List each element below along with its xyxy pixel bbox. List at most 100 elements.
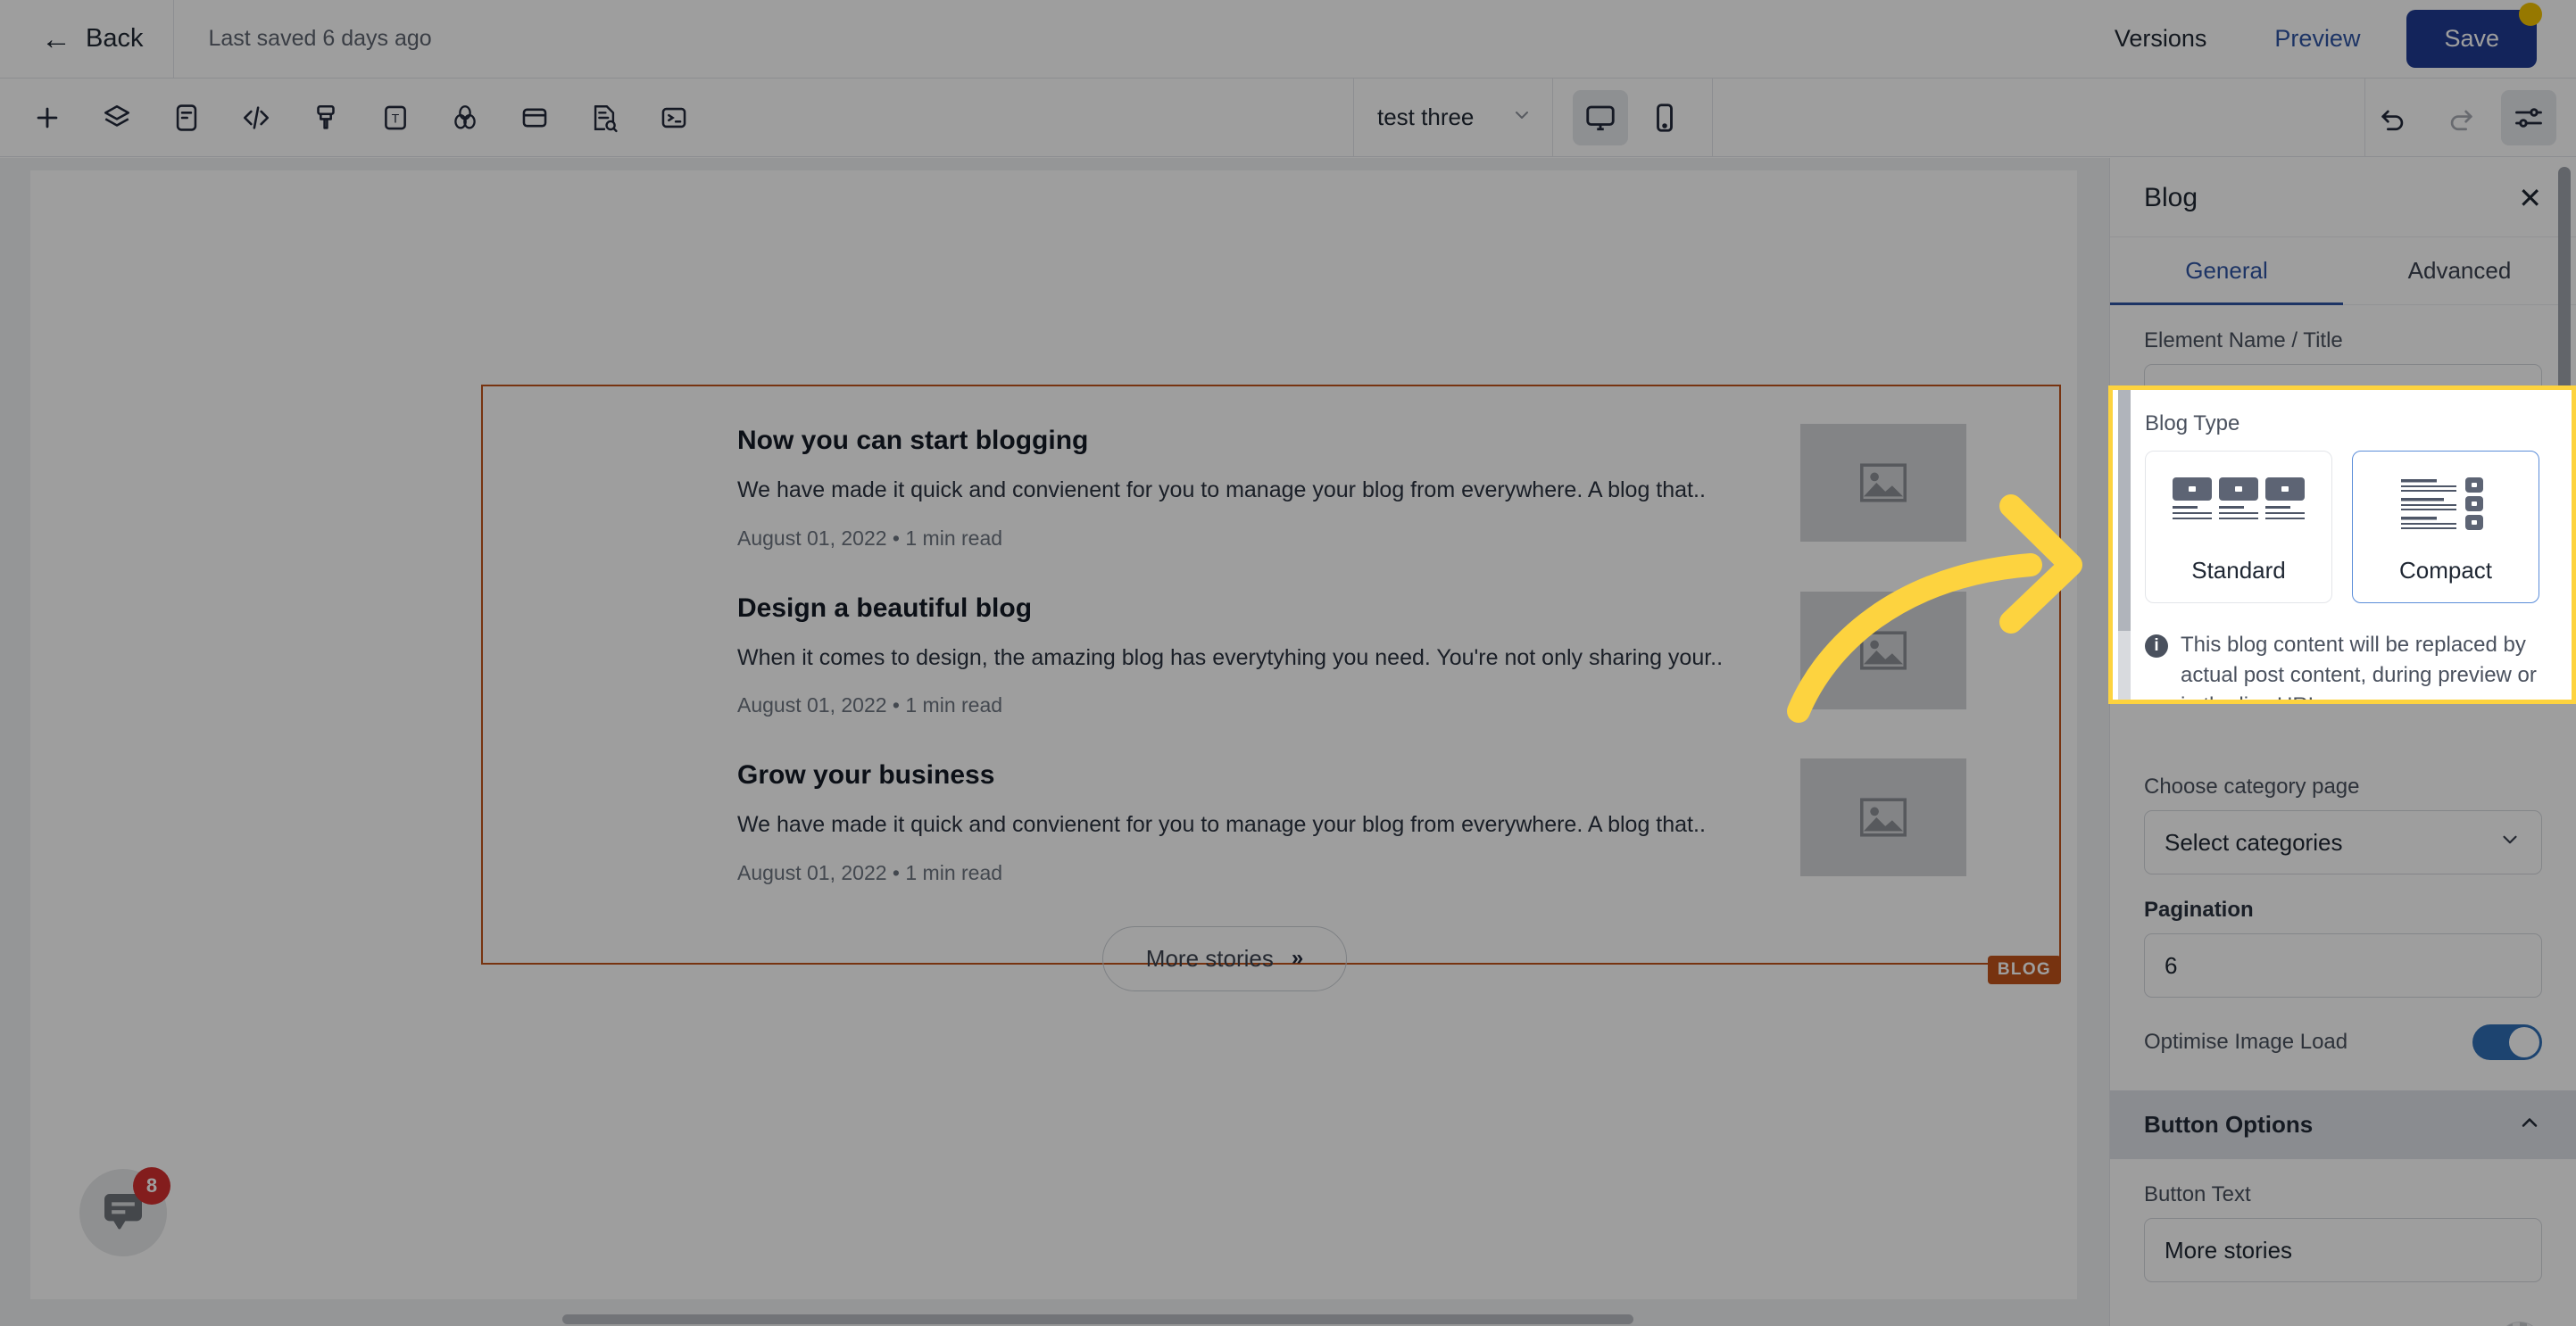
button-options-accordion[interactable]: Button Options xyxy=(2110,1090,2576,1159)
panel-scroll-track[interactable] xyxy=(2118,390,2131,700)
category-label: Choose category page xyxy=(2144,775,2360,799)
image-placeholder-icon xyxy=(1800,424,1966,542)
page-selector-value: test three xyxy=(1377,104,1475,130)
element-settings-panel: Blog ✕ General Advanced Element Name / T… xyxy=(2109,158,2576,1326)
blog-post-excerpt: When it comes to design, the amazing blo… xyxy=(737,644,1724,670)
blog-element-selection[interactable]: Now you can start blogging We have made … xyxy=(481,385,2061,991)
canvas-scroll-thumb[interactable] xyxy=(562,1314,1633,1324)
blog-post-excerpt: We have made it quick and convienent for… xyxy=(737,812,1706,837)
add-icon[interactable] xyxy=(20,90,75,145)
canvas-horizontal-scrollbar[interactable] xyxy=(0,1312,2109,1326)
panel-scroll-thumb[interactable] xyxy=(2118,390,2131,631)
button-text-field: Button Text xyxy=(2110,1159,2576,1282)
chevron-down-icon xyxy=(2498,828,2522,858)
chat-unread-badge: 8 xyxy=(133,1167,170,1205)
redo-icon[interactable] xyxy=(2433,90,2489,145)
button-text-input[interactable] xyxy=(2144,1218,2542,1282)
more-stories-button[interactable]: More stories » xyxy=(1101,925,1348,991)
save-button[interactable]: Save xyxy=(2406,10,2537,68)
app-root: ← Back Last saved 6 days ago Versions Pr… xyxy=(0,0,2576,1326)
desktop-icon[interactable] xyxy=(1573,89,1628,145)
editor-canvas[interactable]: Now you can start blogging We have made … xyxy=(0,158,2109,1326)
code-icon[interactable] xyxy=(229,90,284,145)
blog-type-note-text: This blog content will be replaced by ac… xyxy=(2181,633,2537,700)
back-button-label: Back xyxy=(86,24,144,53)
blog-post-title: Now you can start blogging xyxy=(737,426,1089,455)
toolbar-icon-group: T xyxy=(0,90,702,145)
chevron-down-icon xyxy=(1511,104,1533,130)
button-text-label: Button Text xyxy=(2144,1182,2251,1206)
category-select-value: Select categories xyxy=(2165,828,2343,856)
terminal-icon[interactable] xyxy=(646,90,702,145)
top-header: ← Back Last saved 6 days ago Versions Pr… xyxy=(0,0,2576,79)
panel-header: Blog ✕ xyxy=(2110,158,2576,237)
blog-post-list: Now you can start blogging We have made … xyxy=(483,386,2059,991)
blog-post-row[interactable]: Design a beautiful blog When it comes to… xyxy=(483,591,1966,718)
blog-post-readtime: 1 min read xyxy=(905,693,1003,717)
tab-advanced[interactable]: Advanced xyxy=(2343,237,2576,305)
page-selector[interactable]: test three xyxy=(1354,79,1552,157)
blog-post-row[interactable]: Now you can start blogging We have made … xyxy=(483,424,1966,551)
preview-button[interactable]: Preview xyxy=(2240,25,2394,53)
image-placeholder-icon xyxy=(1800,591,1966,709)
meta-separator: • xyxy=(892,693,900,717)
blog-type-option-standard[interactable]: Standard xyxy=(2145,451,2332,603)
blog-type-options: Standard Compact xyxy=(2145,451,2539,603)
blog-post-text: Now you can start blogging We have made … xyxy=(737,424,1719,551)
editor-toolbar: T test three xyxy=(0,78,2576,157)
last-saved-status: Last saved 6 days ago xyxy=(208,26,432,51)
color-blobs-icon[interactable] xyxy=(437,90,493,145)
brush-icon[interactable] xyxy=(298,90,353,145)
close-icon[interactable]: ✕ xyxy=(2518,184,2542,212)
panel-tabs: General Advanced xyxy=(2110,237,2576,305)
arrow-left-icon: ← xyxy=(41,21,71,56)
blog-type-note: i This blog content will be replaced by … xyxy=(2113,603,2572,700)
blog-post-text: Grow your business We have made it quick… xyxy=(737,758,1719,885)
blog-type-compact-label: Compact xyxy=(2398,557,2493,584)
blog-type-section: Blog Type Standard Compact xyxy=(2113,390,2572,603)
layers-icon[interactable] xyxy=(89,90,145,145)
toolbar-right-group xyxy=(2365,89,2576,145)
seo-doc-icon[interactable] xyxy=(577,90,632,145)
optimise-image-label: Optimise Image Load xyxy=(2144,1030,2348,1054)
button-color-swatch[interactable] xyxy=(2497,1322,2542,1326)
settings-sliders-icon[interactable] xyxy=(2501,89,2556,145)
blog-type-option-compact[interactable]: Compact xyxy=(2352,451,2539,603)
tab-general[interactable]: General xyxy=(2110,237,2343,305)
save-button-wrap: Save xyxy=(2406,3,2542,68)
optimise-image-toggle[interactable] xyxy=(2472,1024,2542,1060)
element-name-label: Element Name / Title xyxy=(2144,328,2343,352)
blog-post-row[interactable]: Grow your business We have made it quick… xyxy=(483,758,1966,885)
blog-post-meta: August 01, 2022 • 1 min read xyxy=(737,693,1719,717)
back-button[interactable]: ← Back xyxy=(0,0,173,79)
more-stories-label: More stories xyxy=(1145,944,1274,972)
blog-post-meta: August 01, 2022 • 1 min read xyxy=(737,861,1719,885)
blog-post-title: Grow your business xyxy=(737,760,995,790)
chat-support-widget[interactable]: 8 xyxy=(79,1167,170,1256)
info-icon: i xyxy=(2145,634,2168,658)
pagination-field: Pagination xyxy=(2110,874,2576,998)
category-field: Choose category page Select categories xyxy=(2110,751,2576,874)
blog-post-readtime: 1 min read xyxy=(905,526,1003,550)
meta-separator: • xyxy=(892,860,900,884)
pagination-input[interactable] xyxy=(2144,933,2542,998)
mobile-icon[interactable] xyxy=(1637,90,1692,145)
blog-type-label: Blog Type xyxy=(2145,411,2240,435)
text-icon[interactable]: T xyxy=(368,90,423,145)
button-options-title: Button Options xyxy=(2144,1111,2314,1138)
category-select[interactable]: Select categories xyxy=(2144,810,2542,874)
card-icon[interactable] xyxy=(507,90,562,145)
blog-post-date: August 01, 2022 xyxy=(737,526,887,550)
compact-layout-icon xyxy=(2353,475,2539,532)
pagination-label: Pagination xyxy=(2144,898,2254,922)
toggle-knob xyxy=(2509,1027,2539,1057)
more-stories-wrap: More stories » xyxy=(483,925,1966,991)
undo-icon[interactable] xyxy=(2365,90,2421,145)
blog-type-standard-label: Standard xyxy=(2191,557,2286,584)
button-color-row: BUTTON COLOR xyxy=(2110,1282,2576,1326)
meta-separator: • xyxy=(892,526,900,550)
versions-button[interactable]: Versions xyxy=(2081,25,2241,53)
page-content-icon[interactable] xyxy=(159,90,214,145)
image-placeholder-icon xyxy=(1800,758,1966,876)
standard-layout-icon xyxy=(2146,475,2331,532)
